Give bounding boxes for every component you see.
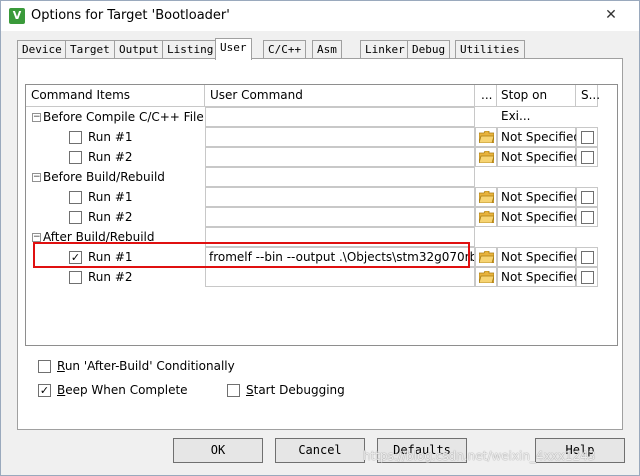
collapse-icon[interactable]: − bbox=[32, 113, 41, 122]
s-cell bbox=[576, 127, 598, 147]
header-browse[interactable]: ... bbox=[475, 85, 497, 107]
run-checkbox[interactable] bbox=[69, 151, 82, 164]
tab-linker[interactable]: Linker bbox=[360, 40, 410, 59]
collapse-icon[interactable]: − bbox=[32, 173, 41, 182]
beep-label: eep When Complete bbox=[65, 383, 188, 397]
highlight-box bbox=[33, 242, 470, 268]
browse-button[interactable] bbox=[475, 247, 497, 267]
s-cell bbox=[576, 247, 598, 267]
group-before-build: Before Build/Rebuild bbox=[43, 170, 165, 184]
header-s[interactable]: S... bbox=[576, 85, 600, 107]
user-command-field[interactable] bbox=[205, 267, 475, 287]
user-command-field[interactable] bbox=[205, 187, 475, 207]
user-command-grid: Command Items User Command ... Stop on E… bbox=[25, 84, 618, 346]
start-debugging-checkbox[interactable] bbox=[227, 384, 240, 397]
run-checkbox[interactable] bbox=[69, 191, 82, 204]
run-after-build-option[interactable]: Run 'After-Build' Conditionally bbox=[38, 359, 235, 373]
s-checkbox[interactable] bbox=[581, 251, 594, 264]
accelerator-r: R bbox=[57, 359, 65, 373]
tab-device[interactable]: Device bbox=[17, 40, 67, 59]
run-label: Run #1 bbox=[88, 190, 133, 204]
run-label: Run #2 bbox=[88, 150, 133, 164]
title-bar: V Options for Target 'Bootloader' ✕ bbox=[1, 1, 639, 31]
s-checkbox[interactable] bbox=[581, 151, 594, 164]
user-command-field[interactable] bbox=[205, 147, 475, 167]
stop-on-exit-value[interactable]: Not Specified bbox=[497, 147, 581, 167]
cancel-button[interactable]: Cancel bbox=[275, 438, 365, 463]
stop-on-exit-value[interactable]: Not Specified bbox=[497, 207, 581, 227]
folder-icon bbox=[479, 271, 494, 283]
run-after-build-label: un 'After-Build' Conditionally bbox=[64, 359, 235, 373]
beep-checkbox[interactable]: ✓ bbox=[38, 384, 51, 397]
stop-on-exit-value[interactable]: Not Specified bbox=[497, 267, 581, 287]
s-checkbox[interactable] bbox=[581, 131, 594, 144]
collapse-icon[interactable]: − bbox=[32, 233, 41, 242]
tab-output[interactable]: Output bbox=[114, 40, 164, 59]
header-stop-on-exit[interactable]: Stop on Exi... bbox=[497, 85, 576, 123]
group-empty-cell bbox=[205, 167, 475, 187]
s-checkbox[interactable] bbox=[581, 211, 594, 224]
browse-button[interactable] bbox=[475, 147, 497, 167]
header-command-items[interactable]: Command Items bbox=[26, 85, 205, 107]
start-debugging-label: tart Debugging bbox=[253, 383, 345, 397]
folder-icon bbox=[479, 151, 494, 163]
watermark-text: https://blog.csdn.net/weixin_4xxx1243 bbox=[363, 449, 596, 463]
tab-utilities[interactable]: Utilities bbox=[455, 40, 525, 59]
folder-icon bbox=[479, 211, 494, 223]
group-empty-cell bbox=[205, 107, 475, 127]
s-checkbox[interactable] bbox=[581, 271, 594, 284]
tab-target[interactable]: Target bbox=[65, 40, 115, 59]
run-checkbox[interactable] bbox=[69, 131, 82, 144]
folder-icon bbox=[479, 251, 494, 263]
user-command-field[interactable] bbox=[205, 127, 475, 147]
close-button[interactable]: ✕ bbox=[591, 5, 631, 25]
run-checkbox[interactable] bbox=[69, 211, 82, 224]
stop-on-exit-value[interactable]: Not Specified bbox=[497, 127, 581, 147]
browse-button[interactable] bbox=[475, 127, 497, 147]
tab-listing[interactable]: Listing bbox=[162, 40, 219, 59]
tab-debug[interactable]: Debug bbox=[407, 40, 451, 59]
ok-button[interactable]: OK bbox=[173, 438, 263, 463]
s-checkbox[interactable] bbox=[581, 191, 594, 204]
run-label: Run #2 bbox=[88, 210, 133, 224]
tab-user[interactable]: User bbox=[215, 38, 252, 60]
start-debugging-option[interactable]: Start Debugging bbox=[227, 383, 345, 397]
user-command-field[interactable] bbox=[205, 207, 475, 227]
folder-icon bbox=[479, 191, 494, 203]
s-cell bbox=[576, 207, 598, 227]
run-after-build-checkbox[interactable] bbox=[38, 360, 51, 373]
s-cell bbox=[576, 267, 598, 287]
stop-on-exit-value[interactable]: Not Specified bbox=[497, 247, 581, 267]
tab-asm[interactable]: Asm bbox=[312, 40, 342, 59]
browse-button[interactable] bbox=[475, 267, 497, 287]
accelerator-s: S bbox=[246, 383, 254, 397]
run-label: Run #2 bbox=[88, 270, 133, 284]
s-cell bbox=[576, 147, 598, 167]
header-user-command[interactable]: User Command bbox=[205, 85, 475, 107]
window-title: Options for Target 'Bootloader' bbox=[31, 8, 230, 23]
stop-on-exit-value[interactable]: Not Specified bbox=[497, 187, 581, 207]
beep-when-complete-option[interactable]: ✓ Beep When Complete bbox=[38, 383, 188, 397]
tab-c-cpp[interactable]: C/C++ bbox=[263, 40, 307, 59]
group-before-compile: Before Compile C/C++ File bbox=[43, 110, 204, 124]
browse-button[interactable] bbox=[475, 187, 497, 207]
keil-app-icon: V bbox=[9, 8, 25, 24]
run-label: Run #1 bbox=[88, 130, 133, 144]
browse-button[interactable] bbox=[475, 207, 497, 227]
run-checkbox[interactable] bbox=[69, 271, 82, 284]
folder-icon bbox=[479, 131, 494, 143]
s-cell bbox=[576, 187, 598, 207]
accelerator-b: B bbox=[57, 383, 66, 397]
options-dialog: V Options for Target 'Bootloader' ✕ Devi… bbox=[0, 0, 640, 476]
